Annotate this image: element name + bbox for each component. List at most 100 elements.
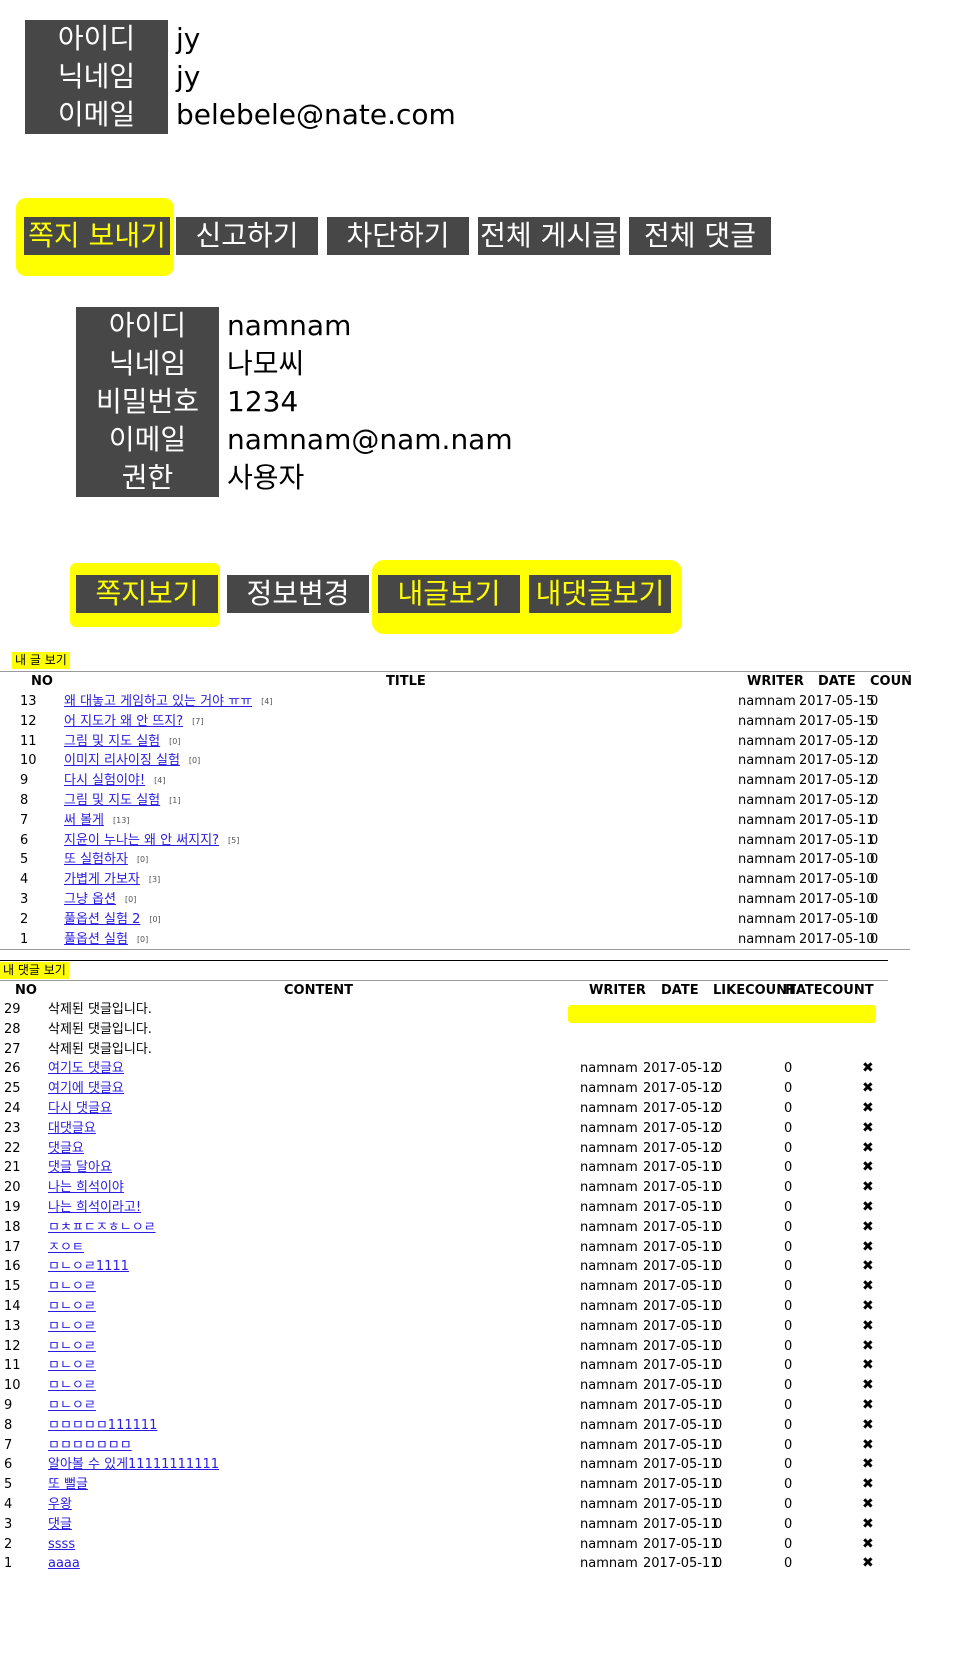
- close-icon[interactable]: ✖: [862, 1058, 874, 1079]
- post-date: 2017-05-10: [799, 892, 875, 907]
- comment-content-link[interactable]: 여기도 댓글요: [48, 1061, 124, 1076]
- post-no: 7: [20, 812, 29, 828]
- close-icon[interactable]: ✖: [862, 1415, 874, 1436]
- comment-content-link[interactable]: 댓글요: [48, 1141, 84, 1156]
- post-title-link[interactable]: 써 볼게: [64, 813, 104, 828]
- close-icon[interactable]: ✖: [862, 1296, 874, 1317]
- close-icon[interactable]: ✖: [862, 1118, 874, 1139]
- my-comments-button[interactable]: 내댓글보기: [529, 575, 671, 613]
- close-icon[interactable]: ✖: [862, 1494, 874, 1515]
- post-title-link[interactable]: 가볍게 가보자: [64, 872, 140, 887]
- post-title-link[interactable]: 풀옵션 실험 2: [64, 912, 140, 927]
- close-icon[interactable]: ✖: [862, 1474, 874, 1495]
- comment-content-link[interactable]: ㅁㄴㅇㄹ: [48, 1279, 96, 1294]
- table-row: 15 ㅁㄴㅇㄹ namnam 2017-05-11 0 0 ✖: [0, 1276, 962, 1297]
- post-title-cell: 또 실험하자 [0]: [64, 849, 148, 870]
- post-date: 2017-05-10: [799, 911, 875, 927]
- post-title-link[interactable]: 어 지도가 왜 안 뜨지?: [64, 714, 183, 729]
- send-message-button[interactable]: 쪽지 보내기: [24, 217, 170, 255]
- table-row: 26 여기도 댓글요 namnam 2017-05-12 0 0 ✖: [0, 1058, 962, 1079]
- post-title-link[interactable]: 또 실험하자: [64, 852, 128, 867]
- post-title-cell: 왜 대놓고 게임하고 있는 거야 ㅠㅠ [4]: [64, 691, 272, 712]
- close-icon[interactable]: ✖: [862, 1553, 874, 1574]
- my-posts-button[interactable]: 내글보기: [378, 575, 520, 613]
- close-icon[interactable]: ✖: [862, 1454, 874, 1475]
- comment-hatecount: 0: [784, 1259, 793, 1275]
- comment-content-link[interactable]: ㅁㄴㅇㄹ: [48, 1319, 96, 1334]
- comment-content-link[interactable]: 여기에 댓글요: [48, 1081, 124, 1096]
- close-icon[interactable]: ✖: [862, 1177, 874, 1198]
- divider: [0, 949, 910, 950]
- all-comments-button[interactable]: 전체 댓글: [629, 217, 771, 255]
- table-row: 7 써 볼게 [13] namnam 2017-05-11 0: [0, 810, 962, 831]
- post-title-link[interactable]: 그림 및 지도 실험: [64, 734, 160, 749]
- close-icon[interactable]: ✖: [862, 1355, 874, 1376]
- close-icon[interactable]: ✖: [862, 1276, 874, 1297]
- close-icon[interactable]: ✖: [862, 1514, 874, 1535]
- comment-date: 2017-05-11: [643, 1378, 719, 1394]
- comment-content-link[interactable]: 다시 댓글요: [48, 1101, 112, 1116]
- close-icon[interactable]: ✖: [862, 1336, 874, 1357]
- comment-hatecount: 0: [784, 1180, 793, 1196]
- post-title-link[interactable]: 지윤이 누나는 왜 안 써지지?: [64, 833, 219, 848]
- close-icon[interactable]: ✖: [862, 1256, 874, 1277]
- comment-content-link[interactable]: ㅁㅊㅍㄷㅈㅎㄴㅇㄹ: [48, 1220, 156, 1235]
- comment-writer: namnam: [580, 1120, 638, 1136]
- close-icon[interactable]: ✖: [862, 1157, 874, 1178]
- comment-likecount: 0: [714, 1477, 723, 1493]
- table-row: 9 다시 실험이야! [4] namnam 2017-05-12 0: [0, 770, 962, 791]
- close-icon[interactable]: ✖: [862, 1098, 874, 1119]
- comment-content-link[interactable]: 대댓글요: [48, 1121, 96, 1136]
- edit-info-button[interactable]: 정보변경: [227, 575, 369, 613]
- post-title-link[interactable]: 다시 실험이야!: [64, 773, 145, 788]
- comment-content-link[interactable]: 우왕: [48, 1497, 72, 1512]
- post-title-link[interactable]: 왜 대놓고 게임하고 있는 거야 ㅠㅠ: [64, 694, 252, 709]
- comment-content-link[interactable]: ㅁㅁㅁㅁㅁ111111: [48, 1418, 157, 1433]
- comment-hatecount: 0: [784, 1477, 793, 1493]
- comment-content-link[interactable]: ㅁㄴㅇㄹ: [48, 1339, 96, 1354]
- comment-hatecount: 0: [784, 1417, 793, 1433]
- comment-no: 3: [4, 1516, 13, 1532]
- close-icon[interactable]: ✖: [862, 1534, 874, 1555]
- close-icon[interactable]: ✖: [862, 1395, 874, 1416]
- comment-content-link[interactable]: ㅁㄴㅇㄹ: [48, 1299, 96, 1314]
- close-icon[interactable]: ✖: [862, 1217, 874, 1238]
- comment-content-link[interactable]: 댓글: [48, 1517, 72, 1532]
- comment-date: 2017-05-11: [643, 1497, 719, 1512]
- post-title-link[interactable]: 그냥 옵션: [64, 892, 116, 907]
- close-icon[interactable]: ✖: [862, 1197, 874, 1218]
- comment-likecount: 0: [714, 1259, 723, 1275]
- comment-content-link[interactable]: 알아볼 수 있게11111111111: [48, 1457, 219, 1472]
- report-button[interactable]: 신고하기: [176, 217, 318, 255]
- comment-content-link[interactable]: 나는 희석이라고!: [48, 1200, 141, 1215]
- comment-content-link[interactable]: ㅁㄴㅇㄹ1111: [48, 1259, 129, 1274]
- comment-content-link[interactable]: ㅁㅁㅁㅁㅁㅁㅁ: [48, 1438, 132, 1453]
- comment-no: 5: [4, 1477, 13, 1493]
- comment-content-link[interactable]: ㅈㅇㅌ: [48, 1240, 84, 1255]
- comment-content-link[interactable]: ㅁㄴㅇㄹ: [48, 1398, 96, 1413]
- comment-content-link[interactable]: aaaa: [48, 1556, 80, 1571]
- table-row: 21 댓글 달아요 namnam 2017-05-11 0 0 ✖: [0, 1157, 962, 1178]
- comment-content-link[interactable]: ㅁㄴㅇㄹ: [48, 1358, 96, 1373]
- close-icon[interactable]: ✖: [862, 1237, 874, 1258]
- close-icon[interactable]: ✖: [862, 1078, 874, 1099]
- comment-content-link[interactable]: 댓글 달아요: [48, 1160, 112, 1175]
- post-title-link[interactable]: 풀옵션 실험: [64, 932, 128, 947]
- comment-writer: namnam: [580, 1338, 638, 1354]
- close-icon[interactable]: ✖: [862, 1435, 874, 1456]
- close-icon[interactable]: ✖: [862, 1138, 874, 1159]
- close-icon[interactable]: ✖: [862, 1316, 874, 1337]
- comment-content-link[interactable]: ssss: [48, 1537, 75, 1552]
- comment-content-link[interactable]: 또 뻘글: [48, 1477, 88, 1492]
- comment-content-link[interactable]: ㅁㄴㅇㄹ: [48, 1378, 96, 1393]
- post-title-link[interactable]: 이미지 리사이징 실험: [64, 753, 180, 768]
- post-title-link[interactable]: 그림 및 지도 실험: [64, 793, 160, 808]
- comment-writer: namnam: [580, 1477, 638, 1493]
- comment-likecount: 0: [714, 1318, 723, 1334]
- comment-content-link[interactable]: 나는 희석이야: [48, 1180, 124, 1195]
- table-row: 17 ㅈㅇㅌ namnam 2017-05-11 0 0 ✖: [0, 1237, 962, 1258]
- block-button[interactable]: 차단하기: [327, 217, 469, 255]
- close-icon[interactable]: ✖: [862, 1375, 874, 1396]
- view-messages-button[interactable]: 쪽지보기: [76, 575, 218, 613]
- all-posts-button[interactable]: 전체 게시글: [478, 217, 620, 255]
